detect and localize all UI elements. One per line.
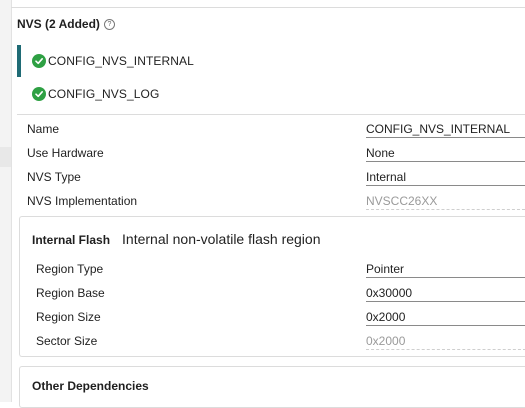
- field-label: Sector Size: [36, 334, 98, 348]
- field-row-region-size: Region Size 0x2000: [36, 306, 525, 328]
- nvs-type-select[interactable]: Internal: [366, 170, 525, 186]
- field-row-use-hardware: Use Hardware None: [27, 142, 525, 164]
- selection-indicator: [17, 45, 21, 77]
- field-row-sector-size: Sector Size 0x2000: [36, 330, 525, 352]
- field-row-nvs-implementation: NVS Implementation NVSCC26XX: [27, 190, 525, 212]
- field-label: Name: [27, 122, 60, 136]
- region-base-input[interactable]: 0x30000: [366, 286, 525, 302]
- group-description: Internal non-volatile flash region: [122, 231, 321, 247]
- group-title: Other Dependencies: [32, 379, 149, 393]
- region-size-input[interactable]: 0x2000: [366, 310, 525, 326]
- field-label: NVS Implementation: [27, 194, 138, 208]
- field-label: Use Hardware: [27, 146, 104, 160]
- region-type-select[interactable]: Pointer: [366, 262, 525, 278]
- divider: [17, 114, 525, 115]
- instance-item-nvs-log[interactable]: CONFIG_NVS_LOG: [17, 78, 525, 110]
- field-label: NVS Type: [27, 170, 81, 184]
- group-title: Internal Flash: [32, 233, 111, 247]
- section-title: NVS (2 Added): [17, 17, 100, 31]
- field-label: Region Size: [36, 310, 101, 324]
- instance-label: CONFIG_NVS_LOG: [48, 87, 160, 101]
- sector-size-readonly: 0x2000: [366, 334, 525, 350]
- instance-label: CONFIG_NVS_INTERNAL: [48, 54, 194, 68]
- field-row-region-base: Region Base 0x30000: [36, 282, 525, 304]
- help-circle-icon[interactable]: ?: [103, 18, 115, 30]
- internal-flash-group: Internal Flash Internal non-volatile fla…: [19, 216, 525, 357]
- group-header: Internal Flash Internal non-volatile fla…: [32, 231, 321, 247]
- top-border: [11, 7, 525, 8]
- field-label: Region Base: [36, 286, 105, 300]
- field-row-nvs-type: NVS Type Internal: [27, 166, 525, 188]
- left-panel-edge: [0, 0, 12, 402]
- check-circle-icon: [32, 87, 46, 101]
- instance-item-nvs-internal[interactable]: CONFIG_NVS_INTERNAL: [17, 45, 525, 77]
- field-row-name: Name CONFIG_NVS_INTERNAL: [27, 118, 525, 140]
- nvs-implementation-readonly: NVSCC26XX: [366, 194, 525, 210]
- field-row-region-type: Region Type Pointer: [36, 258, 525, 280]
- name-input[interactable]: CONFIG_NVS_INTERNAL: [366, 122, 525, 138]
- field-label: Region Type: [36, 262, 104, 276]
- check-circle-icon: [32, 54, 46, 68]
- use-hardware-select[interactable]: None: [366, 146, 525, 162]
- section-header: NVS (2 Added) ?: [17, 17, 115, 31]
- left-panel-scroll-segment: [0, 147, 11, 167]
